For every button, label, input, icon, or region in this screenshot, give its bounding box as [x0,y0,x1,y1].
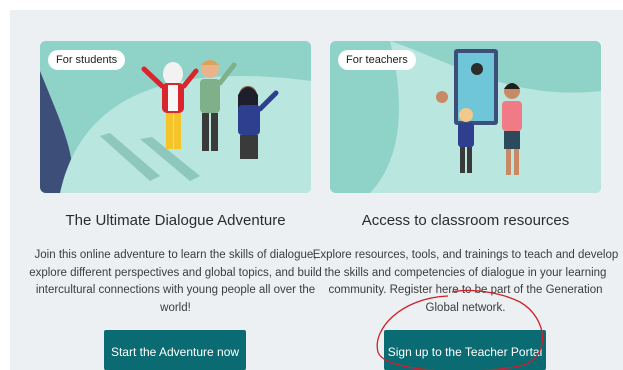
students-card-description: Join this online adventure to learn the … [29,249,322,314]
students-tag: For students [48,50,126,70]
teachers-card-description: Explore resources, tools, and trainings … [312,249,619,314]
start-adventure-button[interactable]: Start the Adventure now [104,330,246,370]
students-card-title: The Ultimate Dialogue Adventure [65,212,286,229]
teachers-tag: For teachers [338,50,416,70]
teachers-illustration: For teachers [330,41,601,193]
teacher-portal-signup-button[interactable]: Sign up to the Teacher Portal [384,330,546,370]
teachers-card: For teachers Access to classroom resourc… [313,41,618,317]
students-card: For students The Ultimate Dialogue Adven… [29,41,322,317]
teachers-card-title: Access to classroom resources [361,212,570,229]
students-illustration: For students [40,41,311,193]
